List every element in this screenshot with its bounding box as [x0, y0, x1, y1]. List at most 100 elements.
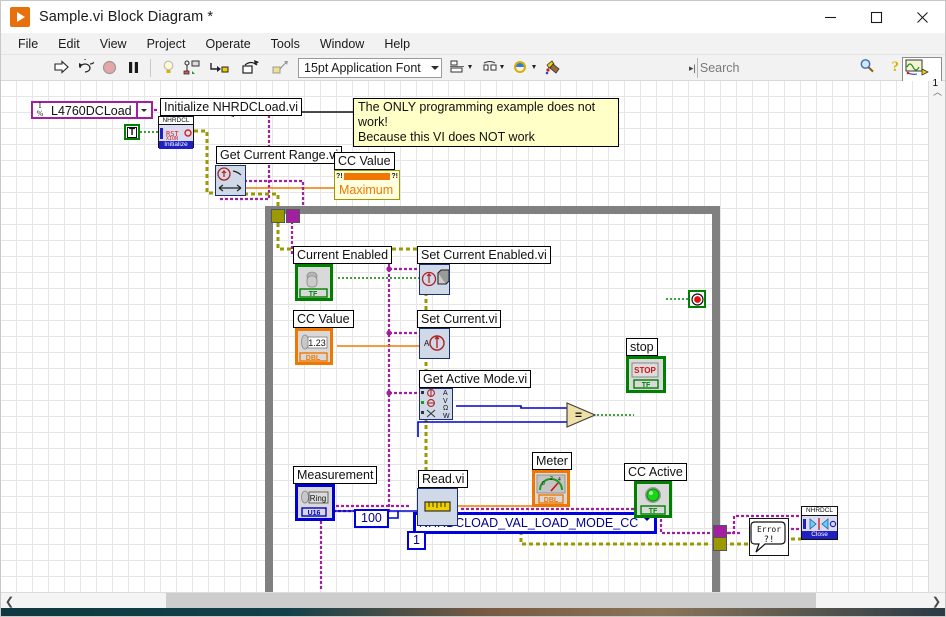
- measurement-control[interactable]: Ring U16: [295, 484, 335, 521]
- chevron-down-icon: [431, 65, 439, 70]
- cc-value-control[interactable]: 1.23 DBL: [295, 328, 333, 365]
- menu-project[interactable]: Project: [138, 34, 195, 54]
- simple-error-handler-vi[interactable]: Error ?!: [749, 518, 789, 556]
- vertical-scrollbar[interactable]: ︿: [928, 81, 945, 594]
- font-selector-label: 15pt Application Font: [304, 60, 421, 75]
- cc-value-range-indicator[interactable]: ?! ?! Maximum: [334, 170, 400, 200]
- while-loop[interactable]: [265, 206, 720, 594]
- current-enabled-control-label: Current Enabled: [293, 246, 393, 264]
- search-box[interactable]: ▸| Search: [689, 58, 875, 79]
- cc-value-range-indicator-label: CC Value: [334, 152, 395, 170]
- menu-edit[interactable]: Edit: [49, 34, 89, 54]
- hscroll-thumb[interactable]: [166, 592, 816, 609]
- cc-value-control-label: CC Value: [293, 310, 354, 328]
- initialize-nhrdcload-vi-label: Initialize NHRDCLoad.vi: [160, 98, 303, 116]
- chevron-down-icon[interactable]: [135, 103, 151, 117]
- search-icon[interactable]: [859, 58, 875, 79]
- meter-indicator-label: Meter: [532, 452, 572, 470]
- highlight-execution-icon[interactable]: [157, 57, 179, 79]
- menu-help[interactable]: Help: [375, 34, 419, 54]
- menu-tools[interactable]: Tools: [262, 34, 309, 54]
- close-button[interactable]: [899, 1, 945, 33]
- measurement-control-label: Measurement: [293, 466, 378, 484]
- svg-text:TF: TF: [309, 291, 318, 298]
- cc-active-indicator[interactable]: TF: [634, 481, 672, 518]
- abort-execution-icon[interactable]: [98, 57, 120, 79]
- stop-control-label: stop: [626, 338, 658, 356]
- step-out-icon[interactable]: [269, 57, 291, 79]
- initialize-nhrdcload-vi[interactable]: NHRDCL RST XION Initialize: [158, 116, 194, 149]
- clean-up-diagram-icon[interactable]: [543, 57, 573, 79]
- run-icon[interactable]: [50, 57, 72, 79]
- read-vi[interactable]: [417, 488, 458, 526]
- step-over-icon[interactable]: [237, 57, 267, 79]
- get-active-mode-vi[interactable]: A V Ω W: [419, 388, 453, 420]
- refnum-tunnel-in[interactable]: [286, 209, 300, 223]
- svg-text:0: 0: [542, 481, 545, 487]
- block-diagram-canvas[interactable]: I% L4760DCLoad T Initialize NHRDCLoad.vi…: [1, 81, 945, 594]
- boolean-true-constant[interactable]: T: [124, 124, 140, 140]
- menu-operate[interactable]: Operate: [196, 34, 259, 54]
- svg-text:TF: TF: [649, 508, 658, 515]
- maximize-button[interactable]: [853, 1, 899, 33]
- search-expand-icon: ▸|: [689, 62, 696, 73]
- svg-text:XION: XION: [166, 136, 178, 141]
- horizontal-scrollbar[interactable]: ❮ ❯: [1, 592, 945, 609]
- get-current-range-vi[interactable]: [215, 165, 246, 196]
- close-vi[interactable]: NHRDCL Close: [801, 506, 838, 540]
- menu-window[interactable]: Window: [311, 34, 373, 54]
- enum-index-constant[interactable]: 1: [407, 531, 426, 550]
- reorder-icon[interactable]: [511, 57, 541, 79]
- set-current-enabled-vi[interactable]: [419, 264, 450, 295]
- minimize-button[interactable]: [807, 1, 853, 33]
- svg-text:STOP: STOP: [634, 366, 656, 375]
- pause-icon[interactable]: [122, 57, 144, 79]
- comment-line-2: Because this VI does NOT work: [358, 130, 535, 144]
- scroll-left-icon[interactable]: ❮: [1, 595, 18, 608]
- svg-text:1.23: 1.23: [308, 338, 326, 348]
- menu-view[interactable]: View: [91, 34, 136, 54]
- align-objects-icon[interactable]: [447, 57, 477, 79]
- equal-function-glyph: =: [575, 408, 582, 422]
- chevron-down-icon[interactable]: [644, 518, 651, 536]
- hscroll-track[interactable]: [18, 592, 928, 610]
- set-current-vi[interactable]: A: [419, 328, 450, 359]
- labview-block-diagram-window: Sample.vi Block Diagram * File Edit View…: [0, 0, 946, 617]
- window-title: Sample.vi Block Diagram *: [39, 9, 214, 25]
- search-input[interactable]: Search: [700, 61, 859, 75]
- step-into-icon[interactable]: [205, 57, 235, 79]
- svg-text:U16: U16: [308, 510, 321, 517]
- get-current-range-vi-label: Get Current Range.vi: [216, 146, 343, 164]
- scroll-right-icon[interactable]: ❯: [928, 595, 945, 608]
- svg-text:2: 2: [550, 476, 553, 482]
- svg-text:A: A: [443, 390, 448, 397]
- cc-active-indicator-label: CC Active: [624, 463, 687, 481]
- svg-text:TF: TF: [642, 382, 651, 389]
- resource-selector[interactable]: I% L4760DCLoad: [31, 101, 153, 119]
- loop-condition-terminal[interactable]: [688, 290, 706, 308]
- svg-text:?!: ?!: [764, 535, 775, 545]
- svg-text:4: 4: [558, 477, 561, 483]
- menu-file[interactable]: File: [9, 34, 47, 54]
- menu-bar: File Edit View Project Operate Tools Win…: [1, 33, 945, 55]
- error-tunnel-out[interactable]: [713, 537, 727, 551]
- cc-value-range-indicator-value: Maximum: [339, 183, 394, 197]
- diagram-comment[interactable]: The ONLY programming example does not wo…: [353, 98, 619, 147]
- io-resource-icon: I%: [36, 101, 44, 118]
- equal-function[interactable]: =: [565, 401, 597, 434]
- help-question-icon[interactable]: ?: [892, 59, 900, 76]
- meter-indicator[interactable]: 0 2 4 DBL: [532, 470, 570, 507]
- error-tunnel-in[interactable]: [271, 209, 285, 223]
- stop-control[interactable]: STOP TF: [626, 356, 666, 393]
- retain-wire-values-icon[interactable]: [181, 57, 203, 79]
- svg-text:Error: Error: [757, 525, 781, 534]
- svg-text:V: V: [443, 398, 448, 405]
- current-enabled-control[interactable]: TF: [295, 264, 333, 301]
- set-current-vi-label: Set Current.vi: [417, 310, 502, 328]
- timeout-constant[interactable]: 100: [354, 509, 389, 528]
- toolbar: 15pt Application Font ▸| Search ? 1: [1, 55, 945, 91]
- desktop-taskbar-strip: [1, 608, 945, 616]
- distribute-objects-icon[interactable]: [479, 57, 509, 79]
- run-continuously-icon[interactable]: [74, 57, 96, 79]
- font-selector[interactable]: 15pt Application Font: [298, 57, 442, 78]
